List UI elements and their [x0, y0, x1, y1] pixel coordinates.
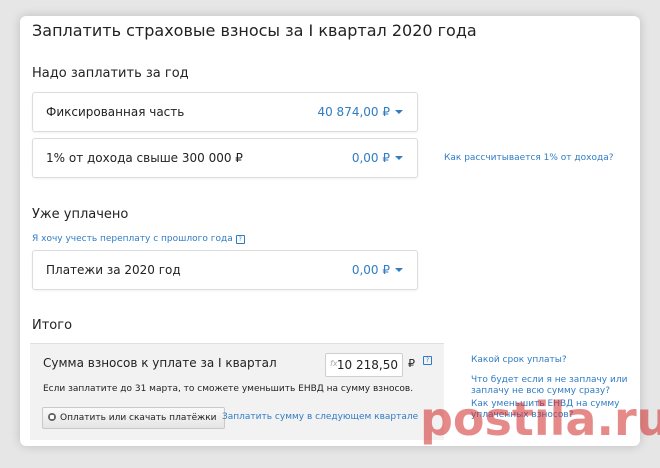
fixed-part-row: Фиксированная часть 40 874,00 ₽	[32, 92, 418, 132]
payment-icon	[48, 413, 56, 421]
total-amount-value: 10 218,50	[336, 358, 398, 372]
next-quarter-link[interactable]: Заплатить сумму в следующем квартале	[222, 412, 418, 422]
total-label: Сумма взносов к уплате за I квартал	[43, 356, 277, 370]
fixed-part-label: Фиксированная часть	[46, 105, 185, 119]
percent-help-link[interactable]: Как рассчитывается 1% от дохода?	[444, 153, 614, 163]
chevron-down-icon	[395, 156, 403, 160]
reduce-envd-link[interactable]: Как уменьшить ЕНВД на сумму уплаченных в…	[471, 399, 631, 421]
fixed-part-amount-dropdown[interactable]: 40 874,00 ₽	[317, 105, 403, 119]
help-icon[interactable]: ?	[423, 356, 432, 365]
percent-part-amount-dropdown[interactable]: 0,00 ₽	[352, 151, 403, 165]
chevron-down-icon	[395, 110, 403, 114]
pay-or-download-button[interactable]: Оплатить или скачать платёжки	[42, 407, 225, 429]
total-heading: Итого	[32, 318, 73, 333]
nonpayment-link[interactable]: Что будет если я не заплачу или заплачу …	[471, 375, 631, 397]
total-panel: Сумма взносов к уплате за I квартал fx 1…	[30, 343, 444, 440]
payments-row: Платежи за 2020 год 0,00 ₽	[32, 250, 418, 290]
page-title: Заплатить страховые взносы за I квартал …	[32, 21, 477, 40]
help-icon: ?	[235, 235, 245, 244]
main-card: Заплатить страховые взносы за I квартал …	[20, 16, 640, 446]
percent-part-label: 1% от дохода свыше 300 000 ₽	[46, 151, 243, 165]
payments-label: Платежи за 2020 год	[46, 263, 181, 277]
chevron-down-icon	[395, 268, 403, 272]
payments-amount-dropdown[interactable]: 0,00 ₽	[352, 263, 403, 277]
overpay-link[interactable]: Я хочу учесть переплату с прошлого года?	[32, 234, 245, 244]
paid-heading: Уже уплачено	[32, 207, 129, 222]
deadline-link[interactable]: Какой срок уплаты?	[471, 355, 631, 366]
currency-symbol: ₽	[408, 357, 415, 370]
percent-part-row: 1% от дохода свыше 300 000 ₽ 0,00 ₽	[32, 138, 418, 178]
to-pay-heading: Надо заплатить за год	[32, 66, 189, 81]
total-note: Если заплатите до 31 марта, то сможете у…	[43, 384, 414, 394]
total-amount-input[interactable]: fx 10 218,50	[325, 353, 403, 377]
